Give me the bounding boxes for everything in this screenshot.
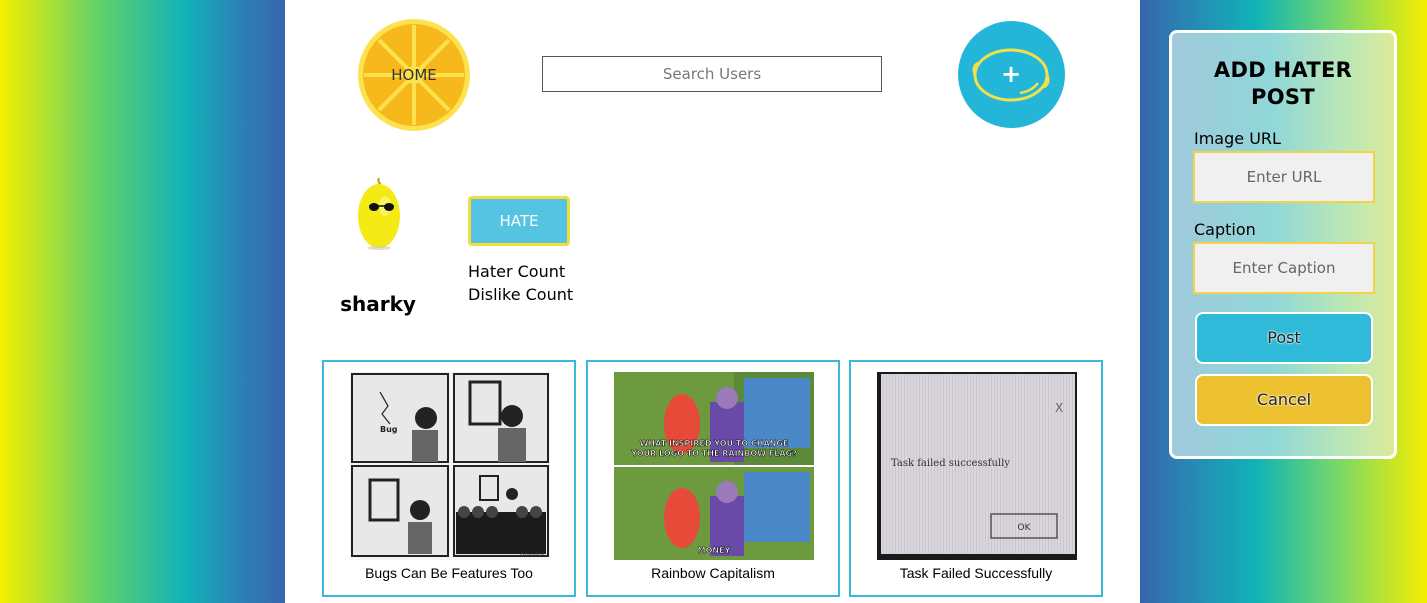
panel-title-line1: ADD HATER [1213, 58, 1353, 82]
search-users-input[interactable] [542, 56, 882, 92]
add-lemon-icon: + [972, 48, 1050, 102]
dislike-count-label: Dislike Count [468, 285, 574, 304]
image-url-input[interactable] [1193, 151, 1375, 203]
hater-count-label: Hater Count [468, 262, 566, 281]
bug-label: Bug [380, 425, 398, 434]
meme-bottom-text: MONEY [698, 546, 731, 555]
post-image: Bug @hasekai [350, 372, 550, 560]
add-hater-post-panel: ADD HATER POST Image URL Caption Post Ca… [1169, 30, 1397, 459]
caption-input[interactable] [1193, 242, 1375, 294]
post-image: X Task failed successfully OK [877, 372, 1077, 560]
post-card[interactable]: Bug @hasekai Bugs Can Be Features Too [322, 360, 576, 597]
username: sharky [340, 292, 416, 316]
image-url-label: Image URL [1194, 129, 1281, 148]
post-card[interactable]: WHAT INSPIRED YOU TO CHANGE YOUR LOGO TO… [586, 360, 840, 597]
panel-title: ADD HATER POST [1172, 57, 1394, 111]
plus-icon: + [1001, 60, 1021, 88]
lemon-sunglasses-icon [358, 177, 400, 250]
post-caption: Bugs Can Be Features Too [365, 565, 533, 581]
meme-top-text-2: YOUR LOGO TO THE RAINBOW FLAG? [630, 449, 797, 458]
dialog-text: Task failed successfully [891, 458, 1010, 469]
avatar [355, 176, 403, 252]
watermark: @hasekai [520, 552, 544, 558]
post-caption: Rainbow Capitalism [651, 565, 775, 581]
home-button[interactable]: HOME [357, 18, 471, 132]
meme-top-text: WHAT INSPIRED YOU TO CHANGE [640, 439, 789, 448]
cancel-button[interactable]: Cancel [1195, 374, 1373, 426]
caption-label: Caption [1194, 220, 1256, 239]
post-caption: Task Failed Successfully [899, 565, 1053, 581]
main-content: HOME + sharky HATE Hater Count Dislike C… [285, 0, 1140, 603]
post-button[interactable]: Post [1195, 312, 1373, 364]
hate-button[interactable]: HATE [468, 196, 570, 246]
post-image: WHAT INSPIRED YOU TO CHANGE YOUR LOGO TO… [614, 372, 814, 560]
post-card[interactable]: X Task failed successfully OK Task Faile… [849, 360, 1103, 597]
ok-label: OK [1018, 523, 1032, 533]
panel-title-line2: POST [1251, 85, 1315, 109]
dialog-close-icon: X [1055, 401, 1063, 415]
home-label: HOME [391, 66, 437, 84]
add-post-button[interactable]: + [958, 21, 1065, 128]
